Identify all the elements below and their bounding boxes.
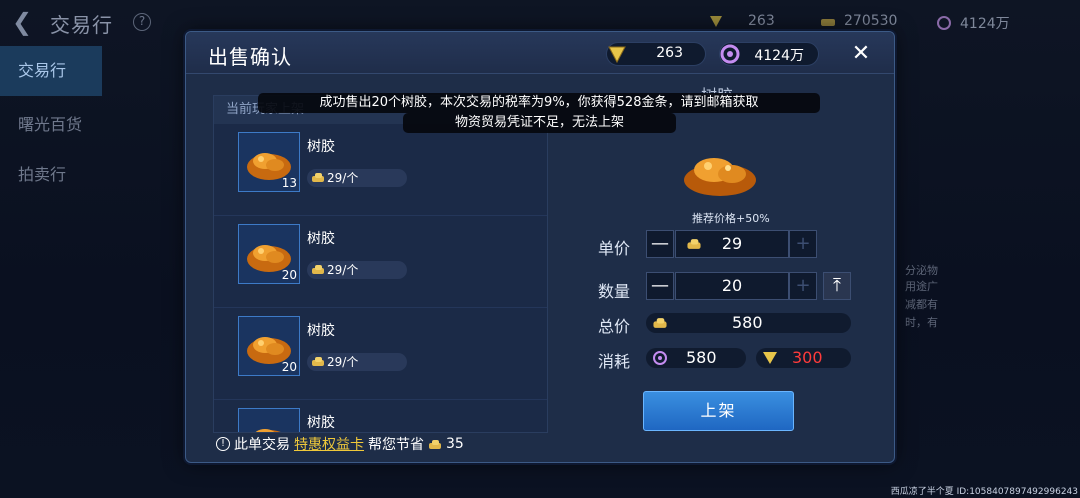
resin-thumbnail — [238, 408, 300, 432]
currency-purple-pill: 4124万 — [719, 42, 819, 66]
quantity-field[interactable]: 20 — [675, 272, 789, 300]
item-name: 树胶 — [307, 231, 335, 247]
resin-thumbnail: 20 — [238, 224, 300, 284]
close-icon[interactable]: ✕ — [848, 41, 874, 67]
bg-desc-line: 减都有 — [905, 298, 938, 311]
bg-currency-purple: 4124万 — [936, 13, 1010, 33]
quantity-minus-button[interactable]: — — [646, 272, 674, 300]
toast-insufficient-voucher: 物资贸易凭证不足，无法上架 — [403, 113, 676, 133]
privilege-card-link[interactable]: 特惠权益卡 — [294, 434, 364, 454]
resin-icon — [684, 158, 756, 196]
gold-bars-icon — [687, 239, 701, 249]
bg-desc-line: 用途广 — [905, 280, 938, 293]
info-icon: ! — [216, 437, 230, 451]
cost-crystal-value: 300 — [756, 348, 851, 368]
list-item[interactable]: 树胶 — [214, 400, 547, 432]
sidebar-item-auction[interactable]: 拍卖行 — [0, 150, 102, 200]
quantity-label: 数量 — [598, 282, 631, 301]
resin-icon — [255, 429, 281, 432]
crystal-icon — [710, 16, 722, 27]
toast-sale-success: 成功售出20个树胶，本次交易的税率为9%，你获得528金条，请到邮箱获取 — [258, 93, 820, 113]
item-price: 29/个 — [307, 261, 407, 279]
bg-currency-crystal: 263 — [708, 13, 775, 29]
sidebar-item-dawn-store[interactable]: 曙光百货 — [0, 100, 102, 150]
unit-price-field[interactable]: 29 — [675, 230, 789, 258]
unit-price-plus-button[interactable]: + — [789, 230, 817, 258]
background-sidebar: 交易行 曙光百货 拍卖行 — [0, 44, 102, 498]
gold-bars-icon — [653, 318, 667, 328]
item-name: 树胶 — [307, 323, 335, 339]
gold-bars-icon — [429, 439, 441, 449]
item-name: 树胶 — [307, 139, 335, 155]
total-value: 580 — [646, 313, 851, 333]
list-item[interactable]: 13 树胶 29/个 — [214, 124, 547, 216]
recommend-price-text: 推荐价格+50% — [692, 212, 770, 225]
help-icon[interactable]: ? — [133, 13, 151, 31]
bg-desc-line: 时，有 — [905, 316, 938, 329]
unit-price-minus-button[interactable]: — — [646, 230, 674, 258]
watermark: 西瓜凉了半个夏 ID:1058407897492996243 — [890, 487, 1078, 497]
total-label: 总价 — [598, 317, 631, 336]
background-title: 交易行 — [50, 13, 113, 37]
quantity-plus-button[interactable]: + — [789, 272, 817, 300]
cost-purple-value: 580 — [646, 348, 746, 368]
dialog-header: 出售确认 263 4124万 ✕ — [186, 32, 894, 74]
resin-thumbnail: 13 — [238, 132, 300, 192]
sidebar-item-trade[interactable]: 交易行 — [0, 46, 102, 96]
gold-bars-icon — [312, 357, 324, 366]
cost-label: 消耗 — [598, 352, 631, 371]
purple-coin-icon — [937, 16, 951, 30]
purple-coin-icon — [653, 351, 667, 365]
gold-bars-icon — [821, 19, 835, 26]
purple-coin-icon — [720, 44, 740, 64]
back-arrow-icon[interactable]: ❮ — [12, 8, 40, 36]
bg-desc-line: 分泌物 — [905, 264, 938, 277]
list-item[interactable]: 20 树胶 29/个 — [214, 308, 547, 400]
dialog-title: 出售确认 — [208, 45, 292, 69]
resin-thumbnail: 20 — [238, 316, 300, 376]
list-item[interactable]: 20 树胶 29/个 — [214, 216, 547, 308]
quantity-max-button[interactable]: ⤒ — [823, 272, 851, 300]
footer-note: ! 此单交易 特惠权益卡 帮您节省 35 — [216, 434, 464, 454]
list-for-sale-button[interactable]: 上架 — [643, 391, 794, 431]
gold-bars-icon — [312, 173, 324, 182]
item-price: 29/个 — [307, 353, 407, 371]
crystal-icon — [608, 46, 626, 64]
currency-crystal-pill: 263 — [606, 42, 706, 66]
crystal-icon — [763, 352, 777, 364]
item-price: 29/个 — [307, 169, 407, 187]
item-name: 树胶 — [307, 415, 335, 431]
item-list[interactable]: 当前玩家上架 13 树胶 29/个 20 树胶 29/个 — [213, 95, 548, 433]
gold-bars-icon — [312, 265, 324, 274]
bg-currency-gold: 270530 — [820, 13, 897, 29]
unit-price-label: 单价 — [598, 239, 631, 258]
